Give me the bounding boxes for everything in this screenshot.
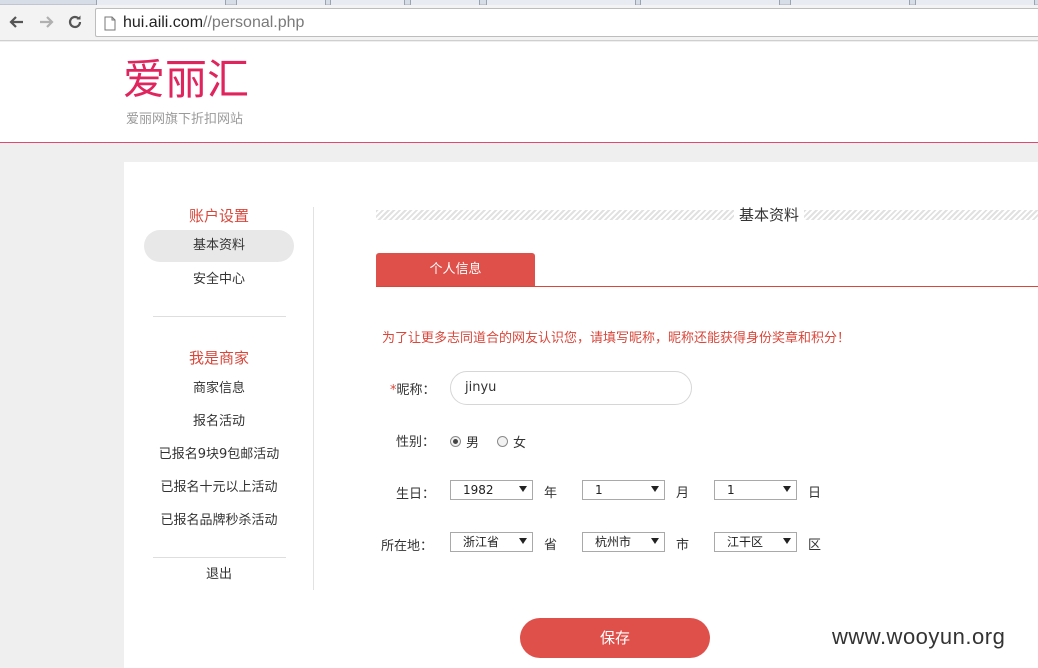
address-bar[interactable]: hui.aili.com//personal.php: [95, 8, 1038, 37]
content-card: 账户设置 基本资料 安全中心 我是商家 商家信息 报名活动 已报名9块9包邮活动…: [124, 162, 1038, 668]
sidebar: 账户设置 基本资料 安全中心 我是商家 商家信息 报名活动 已报名9块9包邮活动…: [124, 162, 314, 602]
sidebar-item-signed-brand-flash[interactable]: 已报名品牌秒杀活动: [144, 505, 294, 537]
back-arrow-icon: [9, 16, 23, 28]
save-button[interactable]: 保存: [520, 618, 710, 658]
url-path: //personal.php: [203, 14, 305, 31]
sidebar-item-signup-activity[interactable]: 报名活动: [144, 406, 294, 438]
district-value: 江干区: [727, 535, 764, 549]
nickname-label-text: 昵称：: [396, 383, 436, 398]
gender-radio-male[interactable]: 男: [450, 432, 479, 451]
location-label: 所在地：: [381, 539, 434, 554]
site-tagline: 爱丽网旗下折扣网站: [126, 112, 244, 127]
tab-bar: 个人信息: [376, 253, 1038, 287]
province-select[interactable]: 浙江省: [450, 532, 533, 552]
section-title-bar: 基本资料: [376, 204, 1038, 225]
province-value: 浙江省: [463, 535, 500, 549]
city-value: 杭州市: [595, 535, 632, 549]
gender-option-female: 女: [513, 436, 527, 451]
logout-link[interactable]: 退出: [144, 559, 294, 591]
hatch-decoration: [376, 210, 734, 220]
url-domain: hui.aili.com: [123, 14, 204, 31]
site-logo[interactable]: 爱丽汇: [123, 56, 249, 104]
chevron-down-icon: [783, 486, 791, 492]
city-unit: 市: [676, 538, 690, 553]
watermark: www.wooyun.org: [832, 624, 1006, 649]
chevron-down-icon: [519, 486, 527, 492]
chevron-down-icon: [651, 538, 659, 544]
forward-button[interactable]: [35, 11, 57, 33]
forward-arrow-icon: [40, 16, 54, 28]
sidebar-item-signed-9-9[interactable]: 已报名9块9包邮活动: [144, 439, 294, 471]
nickname-label: *昵称：: [390, 379, 436, 398]
radio-checked-icon: [450, 436, 461, 447]
birth-month-value: 1: [595, 483, 603, 497]
tab-personal-info[interactable]: 个人信息: [376, 253, 535, 286]
birth-day-select[interactable]: 1: [714, 480, 797, 500]
birthday-label: 生日：: [396, 487, 436, 502]
sidebar-vertical-divider: [313, 207, 314, 590]
chevron-down-icon: [651, 486, 659, 492]
page-icon: [104, 16, 116, 31]
birth-month-select[interactable]: 1: [582, 480, 665, 500]
url-text[interactable]: hui.aili.com//personal.php: [123, 14, 304, 32]
sidebar-heading-merchant: 我是商家: [188, 349, 249, 367]
month-unit: 月: [676, 486, 690, 501]
browser-toolbar: hui.aili.com//personal.php: [0, 5, 1038, 41]
sidebar-divider: [153, 316, 286, 317]
sidebar-item-security-center[interactable]: 安全中心: [144, 264, 294, 296]
birth-year-value: 1982: [463, 483, 494, 497]
gender-radio-female[interactable]: 女: [497, 432, 526, 451]
birth-year-select[interactable]: 1982: [450, 480, 533, 500]
reload-button[interactable]: [64, 11, 86, 33]
section-title: 基本资料: [734, 204, 804, 225]
chevron-down-icon: [783, 538, 791, 544]
district-unit: 区: [808, 538, 822, 553]
sidebar-item-basic-info[interactable]: 基本资料: [144, 230, 294, 262]
site-header: 爱丽汇 爱丽网旗下折扣网站: [0, 42, 1038, 143]
chevron-down-icon: [519, 538, 527, 544]
gender-label: 性别：: [396, 435, 436, 450]
gender-option-male: 男: [466, 436, 480, 451]
birth-day-value: 1: [727, 483, 735, 497]
nickname-input[interactable]: jinyu: [450, 371, 692, 405]
back-button[interactable]: [6, 11, 28, 33]
sidebar-divider: [153, 557, 286, 558]
district-select[interactable]: 江干区: [714, 532, 797, 552]
sidebar-heading-account: 账户设置: [188, 207, 249, 225]
radio-unchecked-icon: [497, 436, 508, 447]
nickname-notice: 为了让更多志同道合的网友认识您，请填写昵称，昵称还能获得身份奖章和积分！: [382, 331, 851, 346]
city-select[interactable]: 杭州市: [582, 532, 665, 552]
hatch-decoration: [804, 210, 1038, 220]
day-unit: 日: [808, 486, 822, 501]
sidebar-item-merchant-info[interactable]: 商家信息: [144, 373, 294, 405]
year-unit: 年: [544, 486, 558, 501]
province-unit: 省: [544, 538, 558, 553]
main-panel: 基本资料 个人信息 为了让更多志同道合的网友认识您，请填写昵称，昵称还能获得身份…: [376, 162, 1038, 668]
reload-icon: [68, 15, 82, 29]
sidebar-item-signed-over-ten[interactable]: 已报名十元以上活动: [144, 472, 294, 504]
